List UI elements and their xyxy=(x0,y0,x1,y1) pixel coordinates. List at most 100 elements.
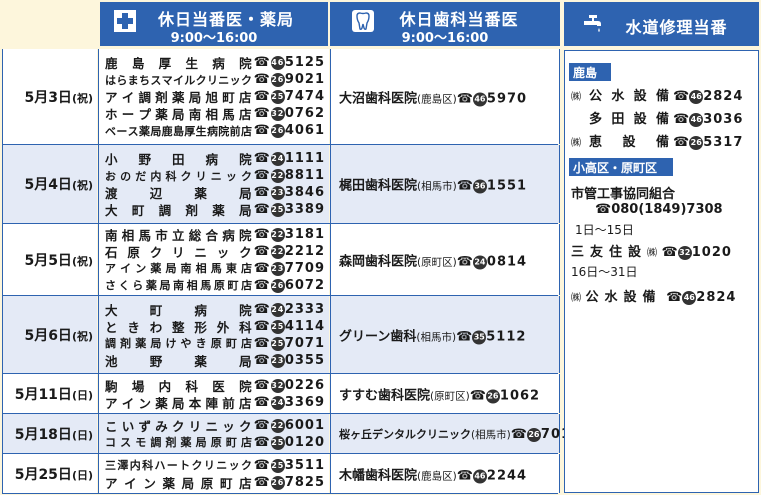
date-cell: 5月25日(日) xyxy=(2,454,97,493)
phone-icon: ☎ xyxy=(253,151,271,166)
phone-number: ☎267825 xyxy=(253,474,325,490)
phone-number: ☎269021 xyxy=(253,72,325,87)
dental-header: 休日歯科当番医 9:00〜16:00 xyxy=(330,2,560,46)
odaka-label: 小高区・原町区 xyxy=(569,158,673,176)
doctor-entry: 三澤内科ハートクリニック ☎253511 xyxy=(105,457,325,474)
date-label: 5月18日(日) xyxy=(14,426,93,443)
phone-icon: ☎ xyxy=(253,335,271,351)
doctor-entry: 調剤薬局けやき原町店 ☎257071 xyxy=(105,335,325,352)
facility-name: 池野薬局 xyxy=(105,353,252,369)
dental-cell: 大沼歯科医院(鹿島区)☎465970 xyxy=(330,49,560,144)
doctor-entry: 大町調剤薬局 ☎253389 xyxy=(105,201,325,218)
dental-entry: 大沼歯科医院(鹿島区)☎465970 xyxy=(339,91,528,106)
doctor-entry: ときわ整形外科 ☎254114 xyxy=(105,318,325,335)
water-header-title: 水道修理当番 xyxy=(625,18,728,37)
phone-number: ☎241111 xyxy=(253,151,325,166)
facility-name: 三澤内科ハートクリニック xyxy=(105,459,252,472)
phone-number: ☎257474 xyxy=(253,89,325,104)
facility-name: アイン薬局南相馬東店 xyxy=(105,262,252,275)
table-row: 5月3日(祝) 鹿島厚生病院 ☎465125 はらまちスマイルクリニック ☎269021… xyxy=(2,49,560,145)
phone-icon: ☎ xyxy=(469,388,486,403)
odaka-period-2: 16日〜31日 xyxy=(571,265,638,279)
phone-icon: ☎ xyxy=(253,226,271,242)
doctor-entry: 南相馬市立総合病院 ☎223181 xyxy=(105,226,325,243)
doctor-cell: こいずみクリニック ☎226001 コスモ調剤薬局原町店 ☎250120 xyxy=(98,414,329,453)
dental-entry: 桜ヶ丘デンタルクリニック(相馬市)☎267018 xyxy=(339,426,582,442)
phone-number: ☎223181 xyxy=(253,226,325,242)
dental-entry: 森岡歯科医院(原町区)☎240814 xyxy=(339,254,528,269)
doctor-entry: 大町病院 ☎242333 xyxy=(105,301,325,318)
phone-icon: ☎ xyxy=(253,474,271,490)
dental-cell: グリーン歯科(相馬市)☎355112 xyxy=(330,296,560,373)
facility-name: 鹿島厚生病院 xyxy=(105,56,252,71)
phone-icon: ☎ xyxy=(253,185,271,200)
phone-number: ☎257071 xyxy=(253,335,325,351)
table-row: 5月25日(日) 三澤内科ハートクリニック ☎253511 アイン薬局原町店 ☎2678… xyxy=(2,454,560,494)
phone-number: ☎465125 xyxy=(253,55,325,70)
doctor-entry: はらまちスマイルクリニック ☎269021 xyxy=(105,71,325,88)
dental-entry: すすむ歯科医院(原町区)☎261062 xyxy=(339,388,541,403)
phone-icon: ☎ xyxy=(253,168,271,183)
facility-name: はらまちスマイルクリニック xyxy=(105,73,252,87)
phone-icon: ☎ xyxy=(456,468,473,483)
facility-name: こいずみクリニック xyxy=(105,418,252,434)
date-cell: 5月6日(祝) xyxy=(2,296,97,373)
phone-number: ☎243369 xyxy=(253,394,325,410)
doctor-entry: アイン薬局本陣前店 ☎243369 xyxy=(105,394,325,411)
phone-number: ☎228811 xyxy=(253,168,325,183)
date-cell: 5月11日(日) xyxy=(2,374,97,413)
phone-icon: ☎ xyxy=(253,417,271,433)
doctor-entry: 渡辺薬局 ☎233846 xyxy=(105,184,325,201)
phone-icon: ☎ xyxy=(253,243,271,259)
date-label: 5月3日(祝) xyxy=(24,89,93,106)
phone-icon: ☎ xyxy=(253,123,271,138)
holiday-duty-notice: 休日当番医・薬局 9:00〜16:00 休日歯科当番医 9:00〜16:00 水… xyxy=(2,2,759,494)
phone-icon: ☎ xyxy=(666,290,683,305)
facility-name: 大町調剤薬局 xyxy=(105,203,252,218)
phone-icon: ☎ xyxy=(253,277,271,293)
doctor-entry: コスモ調剤薬局原町店 ☎250120 xyxy=(105,434,325,451)
water-panel: 鹿島区 ㈱公水設備 ☎462824 多田設備 ☎463036 ㈱恵設備 ☎265317 小… xyxy=(564,50,759,493)
kashima-label: 鹿島区 xyxy=(569,63,611,97)
phone-icon: ☎ xyxy=(253,301,271,317)
dental-header-hours: 9:00〜16:00 xyxy=(401,31,489,46)
date-label: 5月5日(祝) xyxy=(24,252,93,269)
doctor-entry: アイ調剤薬局旭町店 ☎257474 xyxy=(105,88,325,105)
phone-icon: ☎ xyxy=(253,434,271,450)
phone-number: ☎253511 xyxy=(253,457,325,473)
table-row: 5月11日(日) 駒場内科医院 ☎320226 アイン薬局本陣前店 ☎243369 すすむ… xyxy=(2,374,560,414)
date-cell: 5月4日(祝) xyxy=(2,145,97,223)
phone-number: ☎230355 xyxy=(253,352,325,368)
dental-cell: 桜ヶ丘デンタルクリニック(相馬市)☎267018 xyxy=(330,414,582,453)
phone-icon: ☎ xyxy=(673,135,690,150)
doctor-cell: 鹿島厚生病院 ☎465125 はらまちスマイルクリニック ☎269021 アイ調剤薬局旭… xyxy=(98,49,329,144)
phone-icon: ☎ xyxy=(253,260,271,276)
phone-number: ☎254114 xyxy=(253,318,325,334)
date-label: 5月6日(祝) xyxy=(24,327,93,344)
doctor-entry: 池野薬局 ☎230355 xyxy=(105,352,325,369)
phone-number: ☎237709 xyxy=(253,260,325,276)
phone-icon: ☎ xyxy=(673,89,690,104)
doctor-cell: 三澤内科ハートクリニック ☎253511 アイン薬局原町店 ☎267825 xyxy=(98,454,329,493)
phone-icon: ☎ xyxy=(673,112,690,127)
doctor-entry: 小野田病院 ☎241111 xyxy=(105,150,325,167)
facility-name: 調剤薬局けやき原町店 xyxy=(105,337,252,350)
phone-icon: ☎ xyxy=(253,394,271,410)
table-row: 5月18日(日) こいずみクリニック ☎226001 コスモ調剤薬局原町店 ☎25012… xyxy=(2,414,582,454)
dental-entry: 梶田歯科医院(相馬市)☎361551 xyxy=(339,178,528,194)
phone-icon: ☎ xyxy=(253,318,271,334)
doctor-entry: さくら薬局南相馬原町店 ☎266072 xyxy=(105,277,325,294)
phone-icon: ☎ xyxy=(595,202,612,217)
doctor-entry: こいずみクリニック ☎226001 xyxy=(105,417,325,434)
facility-name: アイン薬局原町店 xyxy=(105,475,252,491)
phone-icon: ☎ xyxy=(661,245,678,260)
doctor-cell: 駒場内科医院 ☎320226 アイン薬局本陣前店 ☎243369 xyxy=(98,374,329,413)
date-label: 5月25日(日) xyxy=(14,466,93,483)
water-company: 多田設備 ☎463036 xyxy=(589,112,744,127)
phone-number: ☎253389 xyxy=(253,202,325,217)
phone-icon: ☎ xyxy=(253,106,271,121)
table-row: 5月4日(祝) 小野田病院 ☎241111 おのだ内科クリニック ☎228811 渡辺薬局… xyxy=(2,145,560,224)
facility-name: ベース薬局鹿島厚生病院前店 xyxy=(105,124,252,138)
phone-number: ☎233846 xyxy=(253,185,325,200)
water-company: ㈱公水設備 ☎462824 xyxy=(571,89,744,104)
